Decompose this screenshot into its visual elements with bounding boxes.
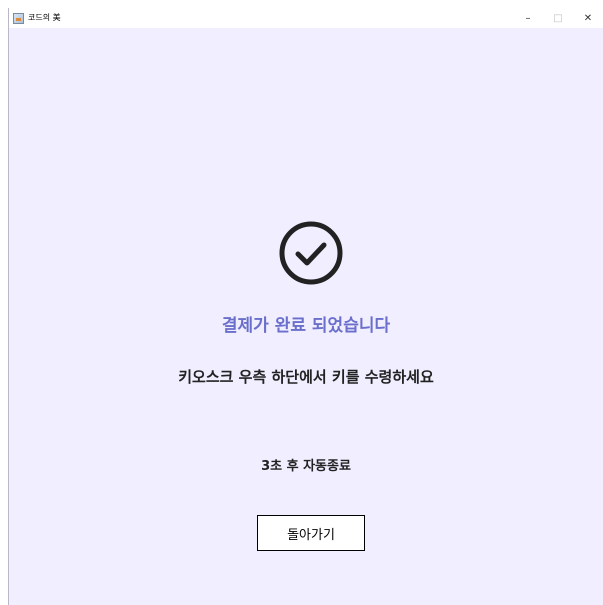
back-button[interactable]: 돌아가기: [257, 515, 365, 551]
close-button[interactable]: ✕: [573, 8, 603, 28]
check-circle-icon: [279, 221, 343, 285]
key-pickup-instruction: 키오스크 우측 하단에서 키를 수령하세요: [178, 368, 434, 386]
app-window: 코드의 美 – □ ✕ 결제가 완료 되었습니다 키오스크 우측 하단에서 키를…: [8, 8, 603, 605]
title-bar[interactable]: 코드의 美 – □ ✕: [9, 8, 603, 28]
payment-complete-message: 결제가 완료 되었습니다: [221, 316, 391, 336]
window-title: 코드의 美: [28, 13, 61, 22]
content-panel: 결제가 완료 되었습니다 키오스크 우측 하단에서 키를 수령하세요 3초 후 …: [9, 28, 603, 605]
minimize-button[interactable]: –: [513, 8, 543, 28]
maximize-button[interactable]: □: [543, 8, 573, 28]
window-controls: – □ ✕: [513, 8, 603, 28]
java-app-icon: [13, 12, 24, 24]
auto-close-countdown: 3초 후 자동종료: [261, 459, 351, 474]
